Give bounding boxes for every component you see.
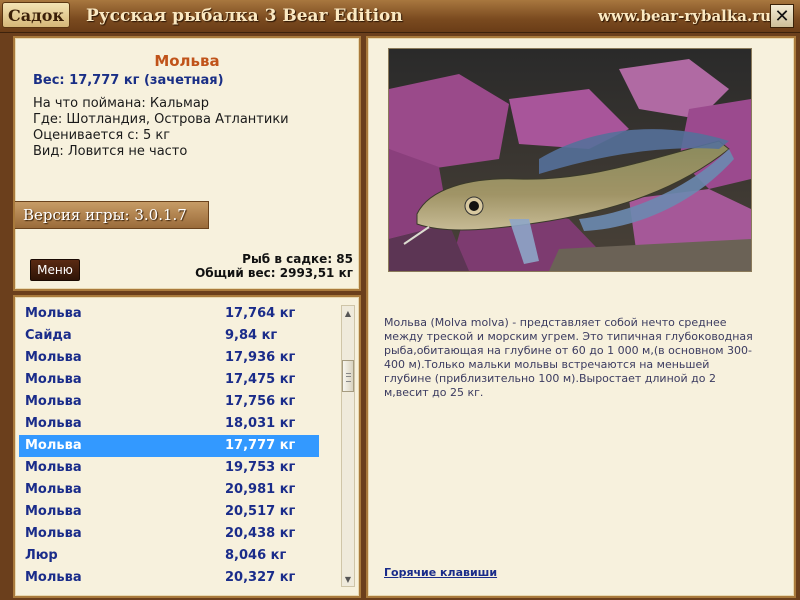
list-item[interactable]: Мольва 17,777 кг	[19, 435, 319, 457]
list-item-fish-weight: 17,475 кг	[225, 372, 296, 387]
list-item-fish-name: Мольва	[25, 570, 82, 585]
fish-name: Мольва	[154, 52, 220, 70]
fish-rated-from: Оценивается с: 5 кг	[33, 128, 171, 143]
catch-list-panel: Мольва 17,764 кг Сайда 9,84 кг Мольва 17,936 …	[13, 295, 361, 598]
title-bar: Садок Русская рыбалка 3 Bear Edition www…	[0, 0, 800, 33]
list-item-fish-name: Мольва	[25, 526, 82, 541]
list-item[interactable]: Люр 8,046 кг	[19, 545, 341, 567]
hotkeys-link[interactable]: Горячие клавиши	[384, 566, 497, 579]
list-item-fish-weight: 17,936 кг	[225, 350, 296, 365]
list-item-fish-name: Мольва	[25, 482, 82, 497]
list-item[interactable]: Мольва 17,936 кг	[19, 347, 341, 369]
total-weight: Общий вес: 2993,51 кг	[195, 266, 353, 280]
list-item[interactable]: Мольва 17,764 кг	[19, 303, 341, 325]
list-item[interactable]: Мольва 20,327 кг	[19, 567, 341, 589]
menu-button[interactable]: Меню	[30, 259, 80, 281]
scroll-thumb[interactable]	[342, 360, 354, 392]
game-version-badge: Версия игры: 3.0.1.7	[15, 201, 209, 229]
list-item-fish-weight: 8,046 кг	[225, 548, 287, 563]
list-item-fish-weight: 17,756 кг	[225, 394, 296, 409]
list-scrollbar[interactable]: ▲ ▼	[341, 305, 355, 587]
scroll-up-button[interactable]: ▲	[342, 306, 354, 320]
list-item-fish-weight: 20,327 кг	[225, 570, 296, 585]
app-title: Русская рыбалка 3 Bear Edition	[86, 6, 403, 26]
list-item[interactable]: Мольва 18,031 кг	[19, 413, 341, 435]
list-item-fish-weight: 20,981 кг	[225, 482, 296, 497]
site-link[interactable]: www.bear-rybalka.ru	[598, 7, 771, 25]
fish-description: Мольва (Molva molva) - представляет собо…	[384, 316, 753, 399]
list-item-fish-name: Мольва	[25, 460, 82, 475]
close-button[interactable]: ✕	[770, 4, 794, 28]
list-item-fish-weight: 9,84 кг	[225, 328, 278, 343]
catch-list[interactable]: Мольва 17,764 кг Сайда 9,84 кг Мольва 17,936 …	[19, 303, 341, 593]
list-item-fish-name: Мольва	[25, 504, 82, 519]
list-item-fish-name: Мольва	[25, 372, 82, 387]
list-item-fish-name: Мольва	[25, 350, 82, 365]
list-item[interactable]: Мольва 20,438 кг	[19, 523, 341, 545]
list-item[interactable]: Мольва 17,756 кг	[19, 391, 341, 413]
list-item-fish-weight: 17,777 кг	[225, 438, 296, 453]
list-item[interactable]: Мольва 20,981 кг	[19, 479, 341, 501]
grip-icon	[346, 373, 351, 382]
fish-location: Где: Шотландия, Острова Атлантики	[33, 112, 289, 127]
list-item[interactable]: Мольва 20,517 кг	[19, 501, 341, 523]
list-item[interactable]: Сайда 9,84 кг	[19, 325, 341, 347]
list-item[interactable]: Мольва 17,475 кг	[19, 369, 341, 391]
list-item-fish-name: Мольва	[25, 438, 82, 453]
fish-photo	[388, 48, 752, 272]
list-item-fish-name: Мольва	[25, 416, 82, 431]
list-item-fish-weight: 17,764 кг	[225, 306, 296, 321]
close-icon: ✕	[774, 5, 790, 27]
fish-detail-panel: Мольва (Molva molva) - представляет собо…	[366, 36, 796, 598]
fish-weight: Вес: 17,777 кг (зачетная)	[33, 73, 224, 88]
list-item-fish-name: Мольва	[25, 394, 82, 409]
list-item-fish-weight: 20,517 кг	[225, 504, 296, 519]
list-item-fish-name: Люр	[25, 548, 58, 563]
list-item-fish-weight: 18,031 кг	[225, 416, 296, 431]
list-item-fish-name: Мольва	[25, 306, 82, 321]
fish-frequency: Вид: Ловится не часто	[33, 144, 188, 159]
fish-bait: На что поймана: Кальмар	[33, 96, 210, 111]
list-item-fish-name: Сайда	[25, 328, 72, 343]
scroll-down-button[interactable]: ▼	[342, 572, 354, 586]
tab-keepnet[interactable]: Садок	[2, 2, 70, 28]
list-item[interactable]: Мольва 19,753 кг	[19, 457, 341, 479]
fish-photo-image	[389, 49, 751, 271]
keepnet-stats: Рыб в садке: 85 Общий вес: 2993,51 кг	[195, 252, 353, 280]
list-item-fish-weight: 19,753 кг	[225, 460, 296, 475]
list-item-fish-weight: 20,438 кг	[225, 526, 296, 541]
fish-info-panel: Мольва Вес: 17,777 кг (зачетная) На что …	[13, 36, 361, 291]
fish-count: Рыб в садке: 85	[242, 252, 353, 266]
